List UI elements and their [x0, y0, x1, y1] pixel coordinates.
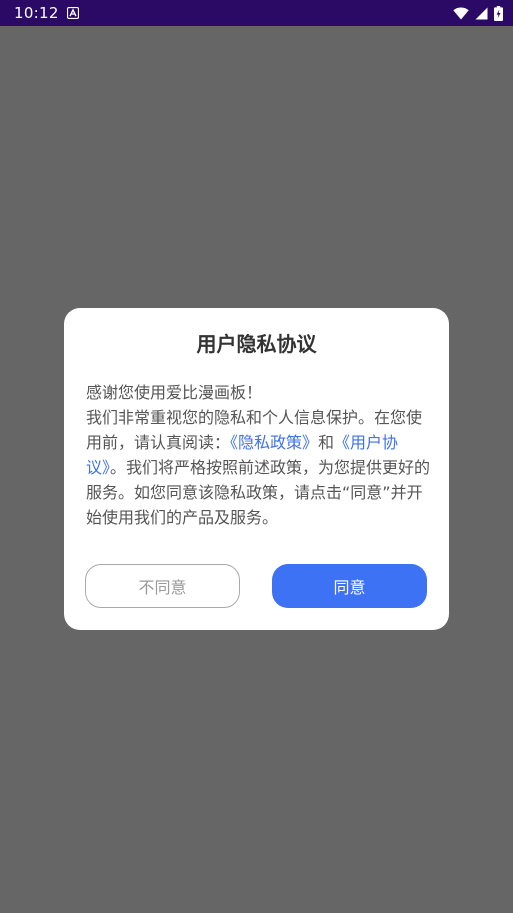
- signal-icon: [475, 7, 488, 19]
- dialog-body: 感谢您使用爱比漫画板！ 我们非常重视您的隐私和个人信息保护。在您使用前，请认真阅…: [86, 380, 431, 530]
- agree-button[interactable]: 同意: [272, 564, 427, 608]
- a-letter-icon: [67, 7, 79, 19]
- dialog-title: 用户隐私协议: [196, 332, 317, 356]
- disagree-button[interactable]: 不同意: [85, 564, 240, 608]
- conjunction-text: 和: [318, 433, 335, 452]
- greeting-text: 感谢您使用爱比漫画板！: [86, 383, 263, 402]
- wifi-icon: [453, 7, 469, 19]
- privacy-dialog: 用户隐私协议 感谢您使用爱比漫画板！ 我们非常重视您的隐私和个人信息保护。在您使…: [64, 308, 449, 630]
- status-time: 10:12: [14, 4, 59, 22]
- status-bar: 10:12: [0, 0, 513, 26]
- status-icons: [453, 5, 503, 21]
- privacy-policy-link[interactable]: 《隐私政策》: [230, 433, 318, 452]
- battery-charging-icon: [494, 5, 503, 21]
- body-text-part2: 。我们将严格按照前述政策，为您提供更好的服务。如您同意该隐私政策，请点击“同意”…: [86, 458, 431, 527]
